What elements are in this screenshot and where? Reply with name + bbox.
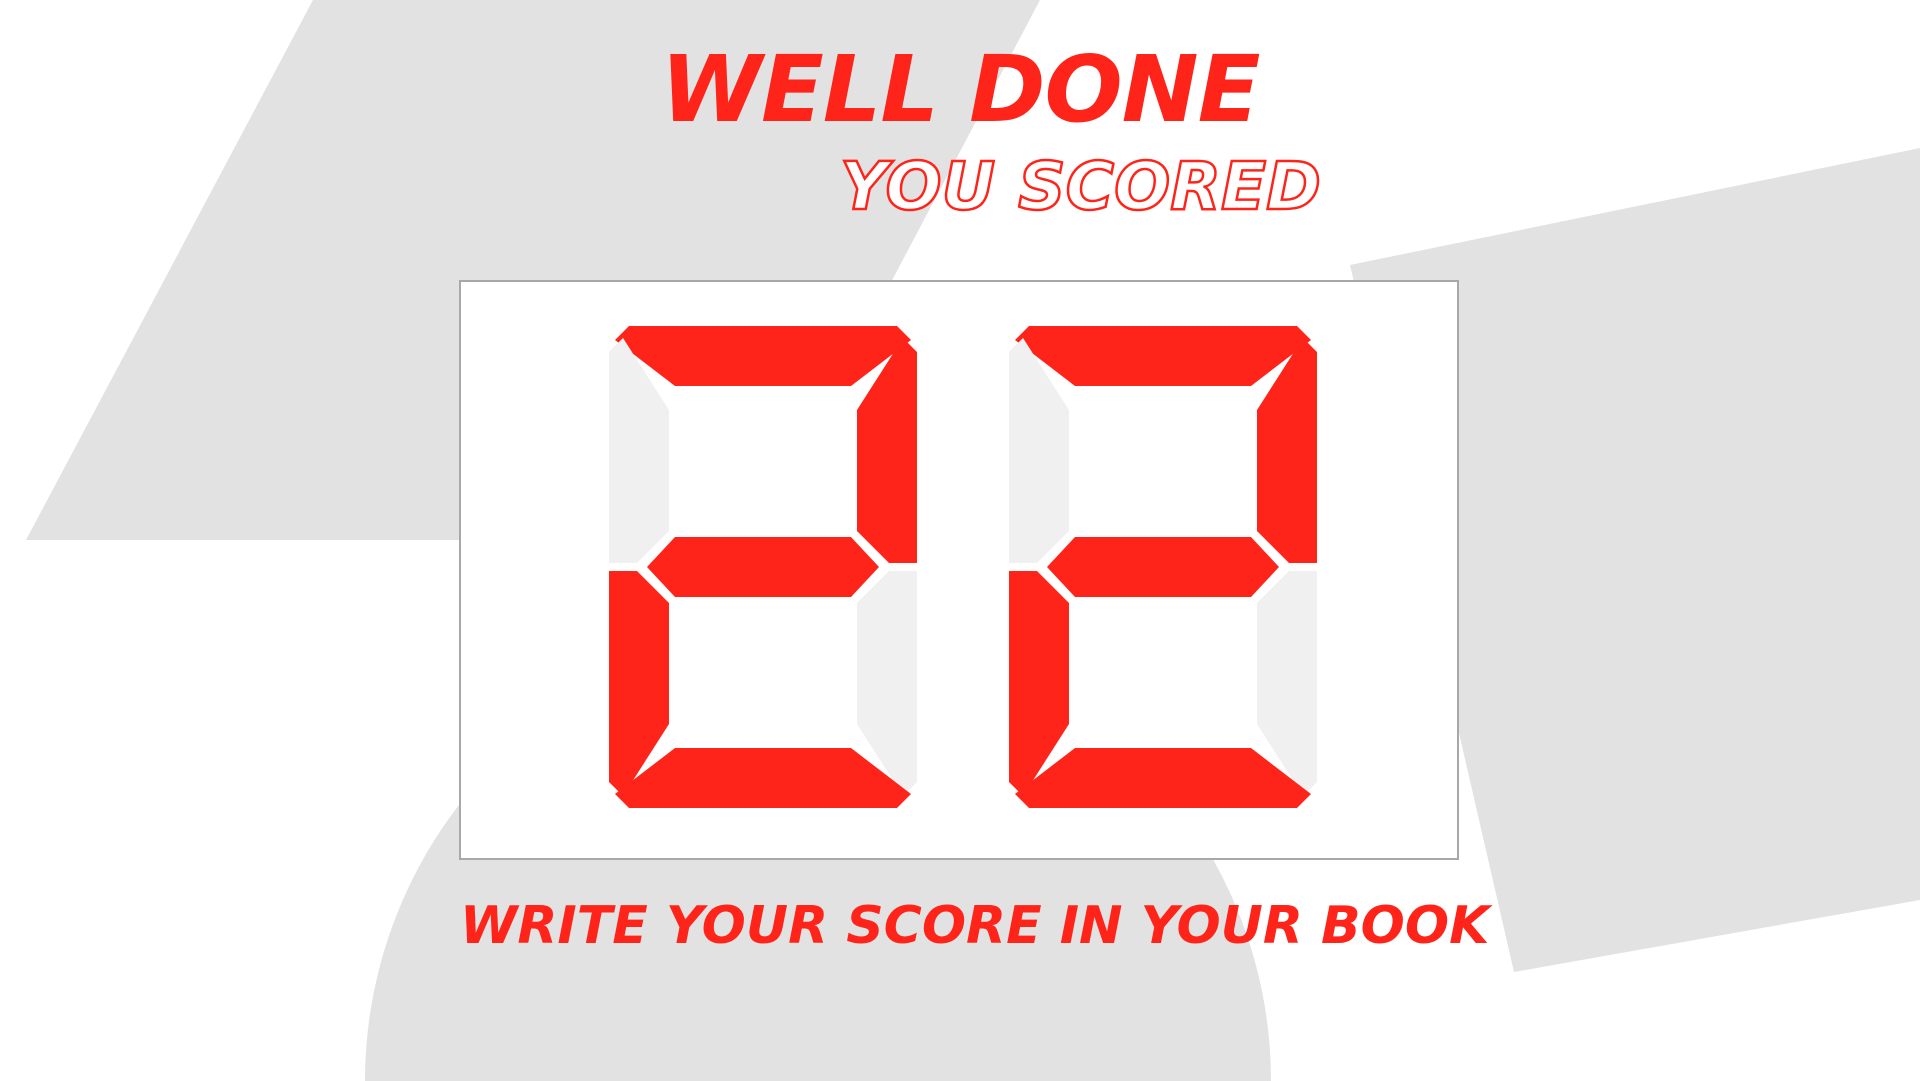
segment-a xyxy=(1015,326,1311,386)
page-title: WELL DONE xyxy=(660,36,1260,143)
score-panel: 22 xyxy=(459,280,1459,860)
score-display xyxy=(609,326,1317,808)
instruction-text: WRITE YOUR SCORE IN YOUR BOOK xyxy=(460,896,1490,956)
segment-g xyxy=(647,537,879,597)
segment-a xyxy=(615,326,911,386)
score-digit xyxy=(1009,326,1317,808)
segment-d xyxy=(1015,748,1311,808)
score-screen: WELL DONE YOU SCORED 22 WRITE YOUR SCORE… xyxy=(0,0,1920,1081)
score-digit xyxy=(609,326,917,808)
page-subtitle: YOU SCORED xyxy=(839,148,1322,225)
segment-d xyxy=(615,748,911,808)
segment-g xyxy=(1047,537,1279,597)
